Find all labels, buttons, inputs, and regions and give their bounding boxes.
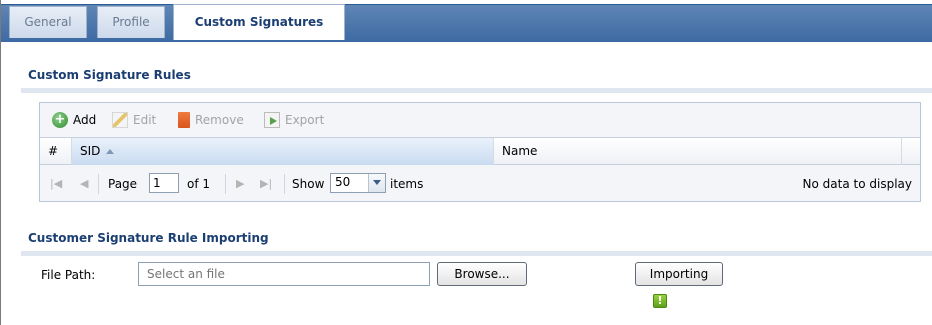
export-icon	[264, 112, 280, 128]
column-header-index[interactable]: #	[40, 138, 72, 165]
import-section-title: Customer Signature Rule Importing	[28, 231, 269, 245]
page-number-input[interactable]	[149, 173, 179, 193]
remove-button-label: Remove	[195, 113, 244, 127]
tab-custom-signatures-label: Custom Signatures	[194, 15, 324, 29]
page-size-value: 50	[335, 175, 351, 189]
pager-separator	[225, 174, 226, 194]
remove-button[interactable]: Remove	[178, 111, 244, 129]
signature-page: General Profile Custom Signatures Custom…	[0, 0, 932, 325]
previous-page-icon[interactable]: ◀	[80, 175, 88, 193]
empty-grid-message: No data to display	[802, 177, 912, 191]
show-label: Show	[292, 177, 325, 191]
column-header-sid-label: SID	[80, 144, 101, 158]
edit-button-label: Edit	[133, 113, 157, 127]
tab-profile[interactable]: Profile	[97, 6, 165, 38]
items-label: items	[390, 177, 424, 191]
file-path-input[interactable]	[138, 262, 430, 286]
first-page-icon[interactable]: |◀	[50, 175, 62, 193]
page-size-select[interactable]: 50	[330, 173, 386, 193]
warning-status-icon: !	[653, 294, 667, 308]
export-button[interactable]: Export	[264, 111, 324, 129]
page-label: Page	[108, 177, 138, 191]
chevron-down-icon	[368, 174, 385, 192]
add-button-label: Add	[73, 113, 97, 127]
file-path-label: File Path:	[41, 268, 96, 282]
rules-grid-panel: + Add Edit Remove Export # SID Name |◀ ◀…	[39, 102, 921, 202]
rules-toolbar: + Add Edit Remove Export	[40, 103, 920, 137]
rules-grid-header: # SID Name	[40, 137, 920, 165]
importing-button[interactable]: Importing	[635, 262, 723, 286]
column-header-sid[interactable]: SID	[72, 138, 494, 165]
rules-section-title: Custom Signature Rules	[28, 68, 191, 82]
trash-icon	[178, 112, 190, 128]
tab-profile-label: Profile	[112, 15, 150, 29]
add-icon: +	[52, 112, 68, 128]
rules-section-divider	[21, 88, 932, 93]
add-button[interactable]: + Add	[52, 111, 96, 129]
column-header-name[interactable]: Name	[494, 138, 902, 165]
next-page-icon[interactable]: ▶	[236, 175, 244, 193]
last-page-icon[interactable]: ▶|	[260, 175, 272, 193]
tab-custom-signatures[interactable]: Custom Signatures	[173, 4, 345, 40]
tab-general-label: General	[24, 15, 72, 29]
export-button-label: Export	[285, 113, 325, 127]
browse-button[interactable]: Browse...	[437, 262, 527, 286]
pager-separator	[284, 174, 285, 194]
page-count-label: of 1	[187, 177, 211, 191]
sort-ascending-icon	[106, 149, 115, 154]
edit-icon	[112, 112, 128, 128]
rules-pager: |◀ ◀ Page of 1 ▶ ▶| Show 50 items No dat…	[40, 165, 920, 201]
column-header-spacer	[902, 138, 920, 165]
tab-general[interactable]: General	[9, 6, 87, 38]
edit-button[interactable]: Edit	[112, 111, 156, 129]
import-section-divider	[21, 251, 932, 256]
pager-separator	[98, 174, 99, 194]
